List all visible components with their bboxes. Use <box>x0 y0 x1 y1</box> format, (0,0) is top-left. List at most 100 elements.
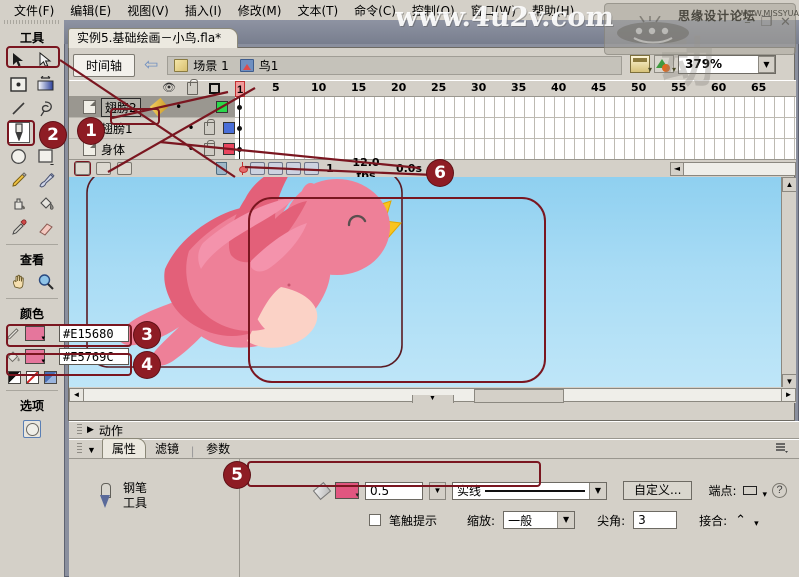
oval-tool[interactable] <box>5 144 32 168</box>
stroke-color-hex[interactable]: #E15680 <box>59 325 129 342</box>
layer-name-shenti[interactable]: 身体 <box>101 141 178 158</box>
zoom-dropdown-button[interactable]: ▼ <box>758 55 775 73</box>
restore-button[interactable]: ❐ <box>759 16 774 30</box>
selection-tool[interactable] <box>5 48 32 72</box>
eraser-tool[interactable] <box>32 216 59 240</box>
layer-visibility-toggle[interactable]: • <box>183 121 199 135</box>
back-arrow-icon[interactable]: ⇦ <box>140 56 162 73</box>
stroke-color-swatch[interactable]: ▾ <box>25 326 45 342</box>
tab-filters[interactable]: 滤镜 <box>146 439 188 458</box>
close-button[interactable]: ✕ <box>778 16 793 30</box>
paint-bucket-tool[interactable] <box>32 192 59 216</box>
lasso-tool[interactable] <box>32 96 59 120</box>
scale-select[interactable]: 一般 ▼ <box>503 511 576 529</box>
menu-item-help[interactable]: 帮助(H) <box>524 0 582 21</box>
eyedropper-tool[interactable] <box>5 216 32 240</box>
breadcrumb-symbol-label[interactable]: 鸟1 <box>259 57 279 74</box>
delete-layer-button[interactable] <box>216 162 227 175</box>
actions-panel-header[interactable]: ▶ 动作 <box>69 421 799 439</box>
brush-tool[interactable] <box>32 168 59 192</box>
hscroll-thumb[interactable] <box>474 389 565 403</box>
gradient-transform-tool[interactable] <box>32 72 59 96</box>
layer-lock-toggle[interactable] <box>204 139 215 156</box>
zoom-tool[interactable] <box>32 270 59 294</box>
minimize-button[interactable]: – <box>740 16 755 30</box>
edit-scene-icon[interactable]: ▾ <box>630 55 652 74</box>
stage-horizontal-scrollbar[interactable]: ◄ ► ▼ <box>69 387 796 403</box>
stroke-style-select[interactable]: 实线 ▼ <box>452 481 607 500</box>
cap-dropdown-caret[interactable]: ▾ <box>763 489 768 500</box>
chevron-down-icon[interactable]: ▾ <box>355 491 359 499</box>
playhead[interactable]: 1 <box>235 81 245 97</box>
panel-collapse-tab[interactable]: ▼ <box>411 395 454 403</box>
pen-tool[interactable] <box>5 120 32 144</box>
menu-item-file[interactable]: 文件(F) <box>6 0 62 21</box>
scroll-left-arrow[interactable]: ◄ <box>670 161 684 176</box>
scroll-right-arrow[interactable]: ► <box>781 388 796 402</box>
menu-item-edit[interactable]: 编辑(E) <box>62 0 119 21</box>
menu-item-view[interactable]: 视图(V) <box>119 0 177 21</box>
collapse-triangle-icon[interactable]: ▼ <box>87 445 96 455</box>
onion-skin-outlines-button[interactable] <box>268 162 283 175</box>
add-motion-guide-button[interactable] <box>96 162 111 175</box>
panel-grip-icon[interactable] <box>77 443 82 455</box>
keyframe-marker[interactable] <box>237 105 242 110</box>
subselection-tool[interactable] <box>32 48 59 72</box>
menu-item-insert[interactable]: 插入(I) <box>177 0 230 21</box>
expand-triangle-icon[interactable]: ▶ <box>87 425 94 435</box>
hand-tool[interactable] <box>5 270 32 294</box>
timeline-panel-button[interactable]: 时间轴 <box>73 53 136 77</box>
black-and-white-icon[interactable] <box>7 371 21 384</box>
tab-properties[interactable]: 属性 <box>101 438 146 458</box>
layer-visibility-toggle[interactable]: • <box>171 100 187 114</box>
insert-layer-folder-button[interactable] <box>117 162 132 175</box>
layer-name-chibang1[interactable]: 翅膀1 <box>101 120 178 137</box>
help-icon[interactable]: ? <box>772 483 787 498</box>
panel-grip-icon[interactable] <box>77 424 82 436</box>
keyframe-marker[interactable] <box>237 126 242 131</box>
frame-grid[interactable] <box>235 97 796 159</box>
layer-row-chibang2[interactable]: 翅膀2 • <box>69 97 235 118</box>
menu-item-text[interactable]: 文本(T) <box>289 0 346 21</box>
insert-layer-button[interactable] <box>74 161 91 176</box>
stage-vertical-scrollbar[interactable]: ▲ ▼ <box>781 177 796 389</box>
join-dropdown-caret[interactable]: ▾ <box>754 518 759 529</box>
fill-color-swatch[interactable]: ▾ <box>25 349 45 365</box>
timeline-ruler[interactable]: 1 5 10 15 20 25 30 35 40 45 50 55 60 65 <box>235 81 796 97</box>
stroke-width-dropdown[interactable]: ▼ <box>429 481 446 500</box>
join-style-icon[interactable]: ⌃ <box>735 512 746 528</box>
stroke-hinting-checkbox[interactable] <box>369 514 381 526</box>
miter-input[interactable]: 3 <box>633 511 678 529</box>
lock-icon[interactable] <box>187 79 198 95</box>
layer-name-chibang2[interactable]: 翅膀2 <box>101 97 141 117</box>
chevron-down-icon[interactable]: ▾ <box>41 334 45 342</box>
scroll-track[interactable] <box>684 161 796 176</box>
outline-square-icon[interactable] <box>209 83 220 94</box>
fill-color-hex[interactable]: #E5769C <box>59 348 129 365</box>
timeline-hscrollbar[interactable]: ◄ <box>670 161 796 176</box>
zoom-level-field[interactable]: 379% ▼ <box>678 54 776 74</box>
free-transform-tool[interactable] <box>5 72 32 96</box>
eye-icon[interactable]: 👁 <box>162 83 176 94</box>
no-color-icon[interactable] <box>25 371 39 384</box>
tab-parameters[interactable]: 参数 <box>197 439 239 458</box>
swap-colors-icon[interactable] <box>43 371 57 384</box>
scroll-up-arrow[interactable]: ▲ <box>782 177 796 192</box>
cap-style-icon[interactable] <box>742 486 757 495</box>
breadcrumb-scene-label[interactable]: 场景 1 <box>193 57 228 74</box>
scroll-left-arrow[interactable]: ◄ <box>69 388 84 402</box>
stage-canvas[interactable] <box>69 177 781 389</box>
document-tab[interactable]: 实例5.基础绘画－小鸟.fla* <box>68 28 239 48</box>
layer-visibility-toggle[interactable]: • <box>183 142 199 156</box>
line-tool[interactable] <box>5 96 32 120</box>
custom-stroke-button[interactable]: 自定义... <box>623 481 693 500</box>
layer-lock-toggle[interactable] <box>204 118 215 135</box>
chevron-down-icon[interactable]: ▾ <box>41 357 45 365</box>
stroke-width-input[interactable]: 0.5 <box>365 481 423 500</box>
menu-item-control[interactable]: 控制(O) <box>404 0 463 21</box>
menu-item-commands[interactable]: 命令(C) <box>346 0 404 21</box>
edit-multiple-frames-button[interactable] <box>286 162 301 175</box>
ink-bottle-tool[interactable] <box>5 192 32 216</box>
menu-item-window[interactable]: 窗口(W) <box>463 0 524 21</box>
stroke-style-dropdown[interactable]: ▼ <box>589 482 606 499</box>
